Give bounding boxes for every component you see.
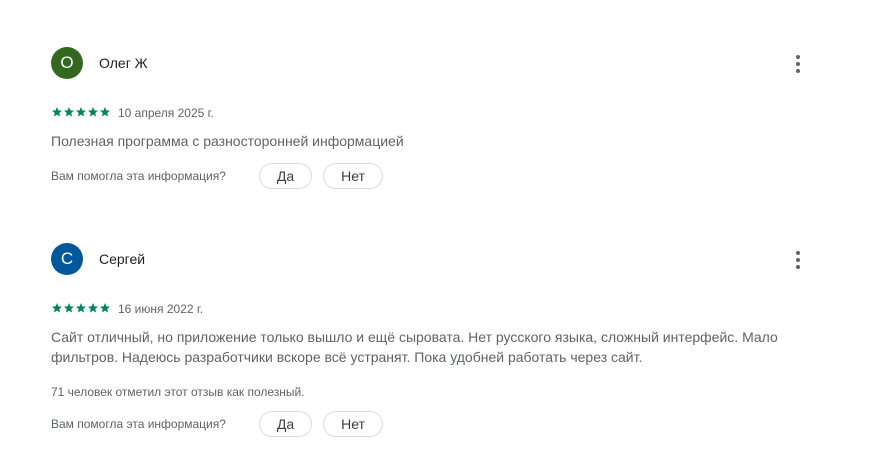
helpful-yes-button[interactable]: Да [259, 411, 312, 437]
review-author: Сергей [99, 251, 146, 267]
review-date: 10 апреля 2025 г. [118, 106, 214, 120]
helpful-no-button[interactable]: Нет [323, 163, 383, 189]
star-icon [52, 107, 62, 117]
more-options-button[interactable] [786, 248, 810, 272]
review-author: Олег Ж [99, 55, 148, 71]
review-text: Сайт отличный, но приложение только вышл… [51, 329, 778, 365]
avatar: С [51, 243, 83, 275]
star-icon [64, 303, 74, 313]
avatar: О [51, 47, 83, 79]
star-rating [51, 302, 111, 314]
star-icon [100, 303, 110, 313]
helpful-no-button[interactable]: Нет [323, 411, 383, 437]
star-icon [76, 303, 86, 313]
star-icon [64, 107, 74, 117]
helpful-question: Вам помогла эта информация? [51, 417, 226, 431]
helpful-count: 71 человек отметил этот отзыв как полезн… [51, 385, 305, 399]
star-rating [51, 106, 111, 118]
star-icon [100, 107, 110, 117]
review-text: Полезная программа с разносторонней инфо… [51, 133, 404, 149]
star-icon [76, 107, 86, 117]
review-date: 16 июня 2022 г. [118, 302, 204, 316]
star-icon [88, 303, 98, 313]
helpful-question: Вам помогла эта информация? [51, 169, 226, 183]
star-icon [52, 303, 62, 313]
star-icon [88, 107, 98, 117]
more-vert-icon [796, 251, 800, 256]
more-vert-icon [796, 55, 800, 60]
more-options-button[interactable] [786, 52, 810, 76]
helpful-yes-button[interactable]: Да [259, 163, 312, 189]
